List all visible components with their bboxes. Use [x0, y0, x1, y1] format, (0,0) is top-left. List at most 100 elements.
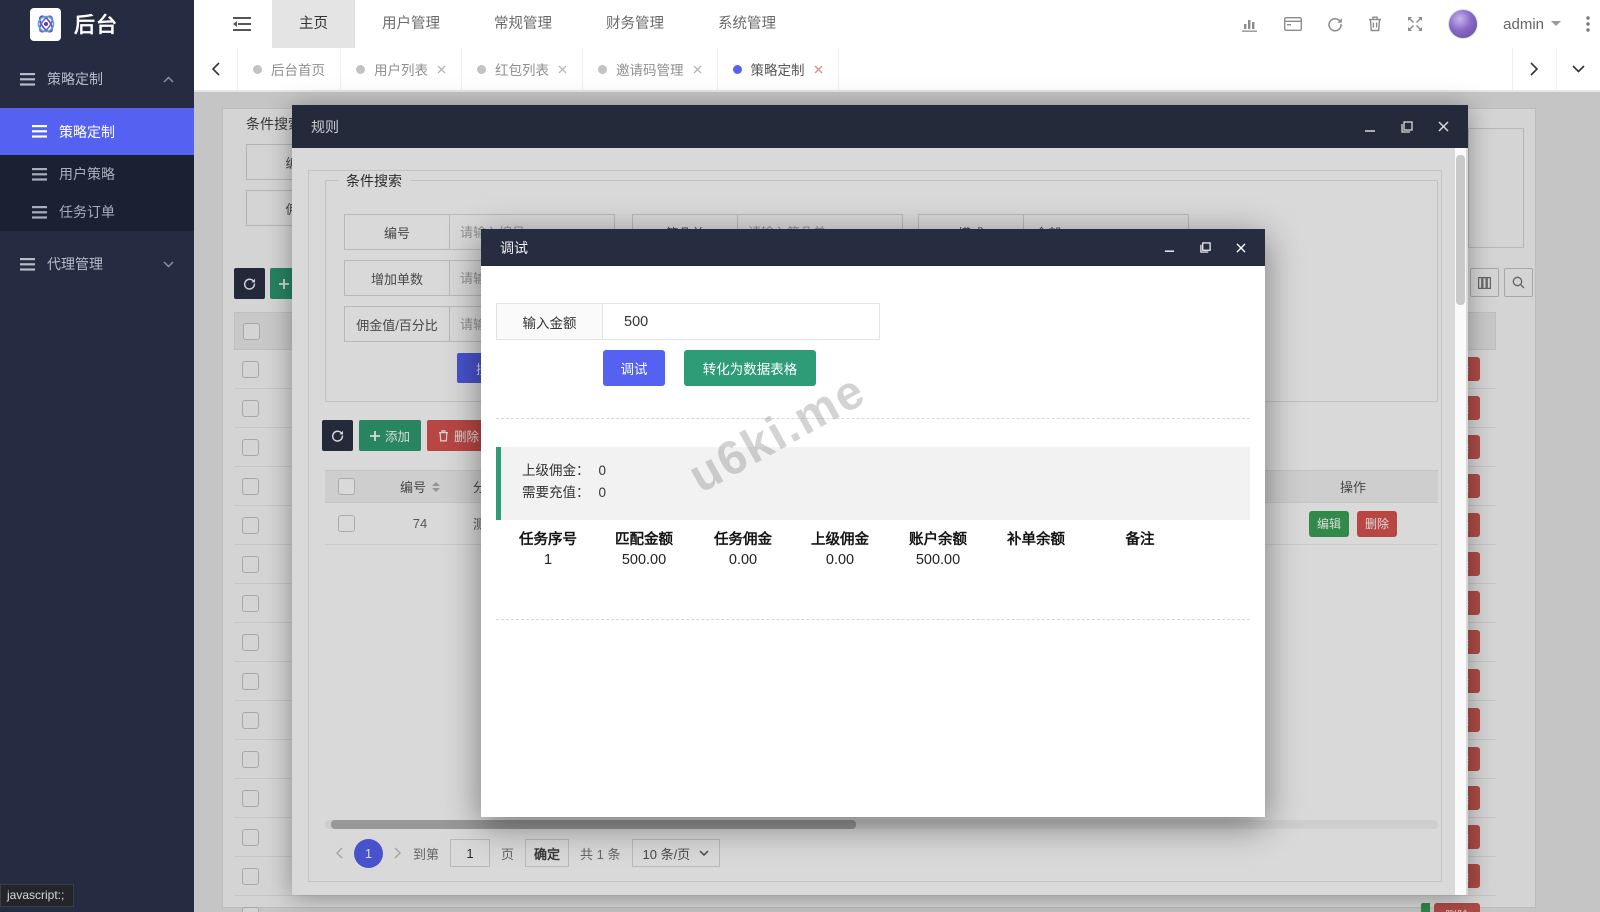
menu-item-finance[interactable]: 财务管理 — [579, 0, 691, 48]
menu-item-home[interactable]: 主页 — [272, 0, 355, 48]
tab-invite-codes[interactable]: 邀请码管理 — [583, 48, 718, 90]
collapse-sidebar-icon[interactable] — [224, 0, 260, 48]
maximize-icon[interactable] — [1200, 242, 1211, 253]
tab-dot-icon — [253, 65, 262, 74]
tab-label: 红包列表 — [495, 59, 549, 79]
chevron-down-icon — [163, 261, 174, 268]
sidebar-item-label: 任务订单 — [59, 202, 115, 222]
tab-strategy-custom[interactable]: 策略定制 — [718, 48, 839, 90]
list-icon — [32, 125, 47, 138]
tab-dot-icon — [477, 65, 486, 74]
cell-parent-commission: 0.00 — [791, 552, 889, 568]
minimize-icon[interactable] — [1164, 242, 1175, 253]
tabs-menu-icon[interactable] — [1556, 48, 1600, 90]
tabs-scroll-left-icon[interactable] — [194, 48, 238, 90]
username: admin — [1503, 16, 1544, 33]
tab-label: 用户列表 — [374, 59, 428, 79]
kebab-menu-icon[interactable] — [1586, 16, 1590, 32]
tab-label: 后台首页 — [271, 59, 325, 79]
header-task-commission: 任务佣金 — [695, 528, 791, 549]
tabs-scroll-right-icon[interactable] — [1512, 48, 1556, 90]
convert-to-table-button[interactable]: 转化为数据表格 — [684, 350, 816, 386]
info-line-parent-commission: 上级佣金： 0 — [522, 460, 1250, 482]
card-panel-icon[interactable] — [1284, 17, 1302, 31]
tab-dot-icon — [356, 65, 365, 74]
sidebar-group-strategy[interactable]: 策略定制 — [0, 58, 194, 100]
close-icon[interactable] — [558, 65, 567, 74]
tab-bar: 后台首页 用户列表 红包列表 邀请码管理 策略定制 — [194, 48, 1600, 92]
menu-item-users[interactable]: 用户管理 — [355, 0, 467, 48]
result-table-header: 任务序号 匹配金额 任务佣金 上级佣金 账户余额 补单余额 备注 — [503, 528, 1195, 549]
cell-match-amount: 500.00 — [593, 552, 695, 568]
menu-item-system[interactable]: 系统管理 — [691, 0, 803, 48]
debug-modal-body: 输入金额 调试 转化为数据表格 上级佣金： 0 需要充值： 0 任务序号 匹配金… — [481, 266, 1265, 817]
trash-icon[interactable] — [1368, 16, 1382, 32]
info-label: 上级佣金： — [522, 460, 590, 482]
cell-task-seq: 1 — [503, 552, 593, 568]
fullscreen-icon[interactable] — [1407, 16, 1423, 32]
top-navbar: 主页 用户管理 常规管理 财务管理 系统管理 admin — [194, 0, 1600, 48]
info-line-recharge-needed: 需要充值： 0 — [522, 482, 1250, 504]
user-avatar[interactable] — [1448, 9, 1478, 39]
close-icon[interactable] — [814, 65, 823, 74]
sidebar-item-label: 用户策略 — [59, 164, 115, 184]
amount-field: 输入金额 — [496, 303, 880, 340]
main-menu: 主页 用户管理 常规管理 财务管理 系统管理 — [272, 0, 803, 48]
cell-account-balance: 500.00 — [889, 552, 987, 568]
logo[interactable]: 后台 — [0, 0, 194, 48]
sidebar-item-label: 策略定制 — [59, 122, 115, 142]
vertical-scrollbar[interactable] — [1455, 148, 1466, 895]
debug-modal-window: 调试 输入金额 调试 转化为数据表格 上级佣金： 0 需要充值： 0 — [481, 229, 1265, 817]
amount-input[interactable] — [603, 303, 880, 340]
navbar-actions: admin — [1242, 9, 1590, 39]
close-icon[interactable] — [1236, 243, 1246, 253]
sidebar-group-agents[interactable]: 代理管理 — [0, 243, 194, 285]
debug-actions: 调试 转化为数据表格 — [603, 350, 816, 386]
sidebar-item-task-orders[interactable]: 任务订单 — [0, 193, 194, 231]
list-icon — [20, 73, 35, 86]
header-remark: 备注 — [1085, 528, 1195, 549]
caret-down-icon — [1551, 21, 1561, 31]
menu-item-general[interactable]: 常规管理 — [467, 0, 579, 48]
header-parent-commission: 上级佣金 — [791, 528, 889, 549]
tab-label: 邀请码管理 — [616, 59, 684, 79]
debug-modal-titlebar[interactable]: 调试 — [481, 229, 1265, 266]
result-info-box: 上级佣金： 0 需要充值： 0 — [496, 447, 1250, 520]
tab-redpacket-list[interactable]: 红包列表 — [462, 48, 583, 90]
sidebar-group-label: 策略定制 — [47, 69, 103, 89]
debug-modal-title: 调试 — [500, 238, 528, 258]
tab-dashboard[interactable]: 后台首页 — [238, 48, 341, 90]
scrollbar-thumb[interactable] — [1456, 155, 1465, 305]
header-match-amount: 匹配金额 — [593, 528, 695, 549]
info-value: 0 — [599, 482, 607, 504]
info-label: 需要充值： — [522, 482, 590, 504]
cell-supplement-balance — [987, 552, 1085, 568]
sidebar: 后台 策略定制 策略定制 用户策略 任务订单 代理管理 — [0, 0, 194, 912]
user-menu[interactable]: admin — [1503, 16, 1561, 33]
list-icon — [32, 206, 47, 219]
cell-remark — [1085, 552, 1195, 568]
sidebar-group-label: 代理管理 — [47, 254, 103, 274]
close-icon[interactable] — [437, 65, 446, 74]
chevron-up-icon — [163, 76, 174, 83]
result-table-row: 1 500.00 0.00 0.00 500.00 — [503, 552, 1195, 568]
divider — [496, 418, 1250, 419]
debug-button[interactable]: 调试 — [603, 350, 665, 386]
sidebar-item-user-strategy[interactable]: 用户策略 — [0, 155, 194, 193]
amount-field-label: 输入金额 — [496, 303, 603, 340]
tab-label: 策略定制 — [751, 59, 805, 79]
logo-atom-icon — [30, 8, 61, 41]
status-bar-link-hint: javascript:; — [0, 884, 74, 907]
tab-user-list[interactable]: 用户列表 — [341, 48, 462, 90]
bar-chart-icon[interactable] — [1242, 17, 1259, 32]
tab-dot-icon — [598, 65, 607, 74]
close-icon[interactable] — [693, 65, 702, 74]
header-supplement-balance: 补单余额 — [987, 528, 1085, 549]
sidebar-item-strategy-custom[interactable]: 策略定制 — [0, 108, 194, 155]
list-icon — [20, 258, 35, 271]
refresh-icon[interactable] — [1327, 16, 1343, 32]
info-value: 0 — [599, 460, 607, 482]
sidebar-submenu: 策略定制 用户策略 任务订单 — [0, 108, 194, 231]
tab-bar-right-controls — [1512, 48, 1600, 90]
header-account-balance: 账户余额 — [889, 528, 987, 549]
